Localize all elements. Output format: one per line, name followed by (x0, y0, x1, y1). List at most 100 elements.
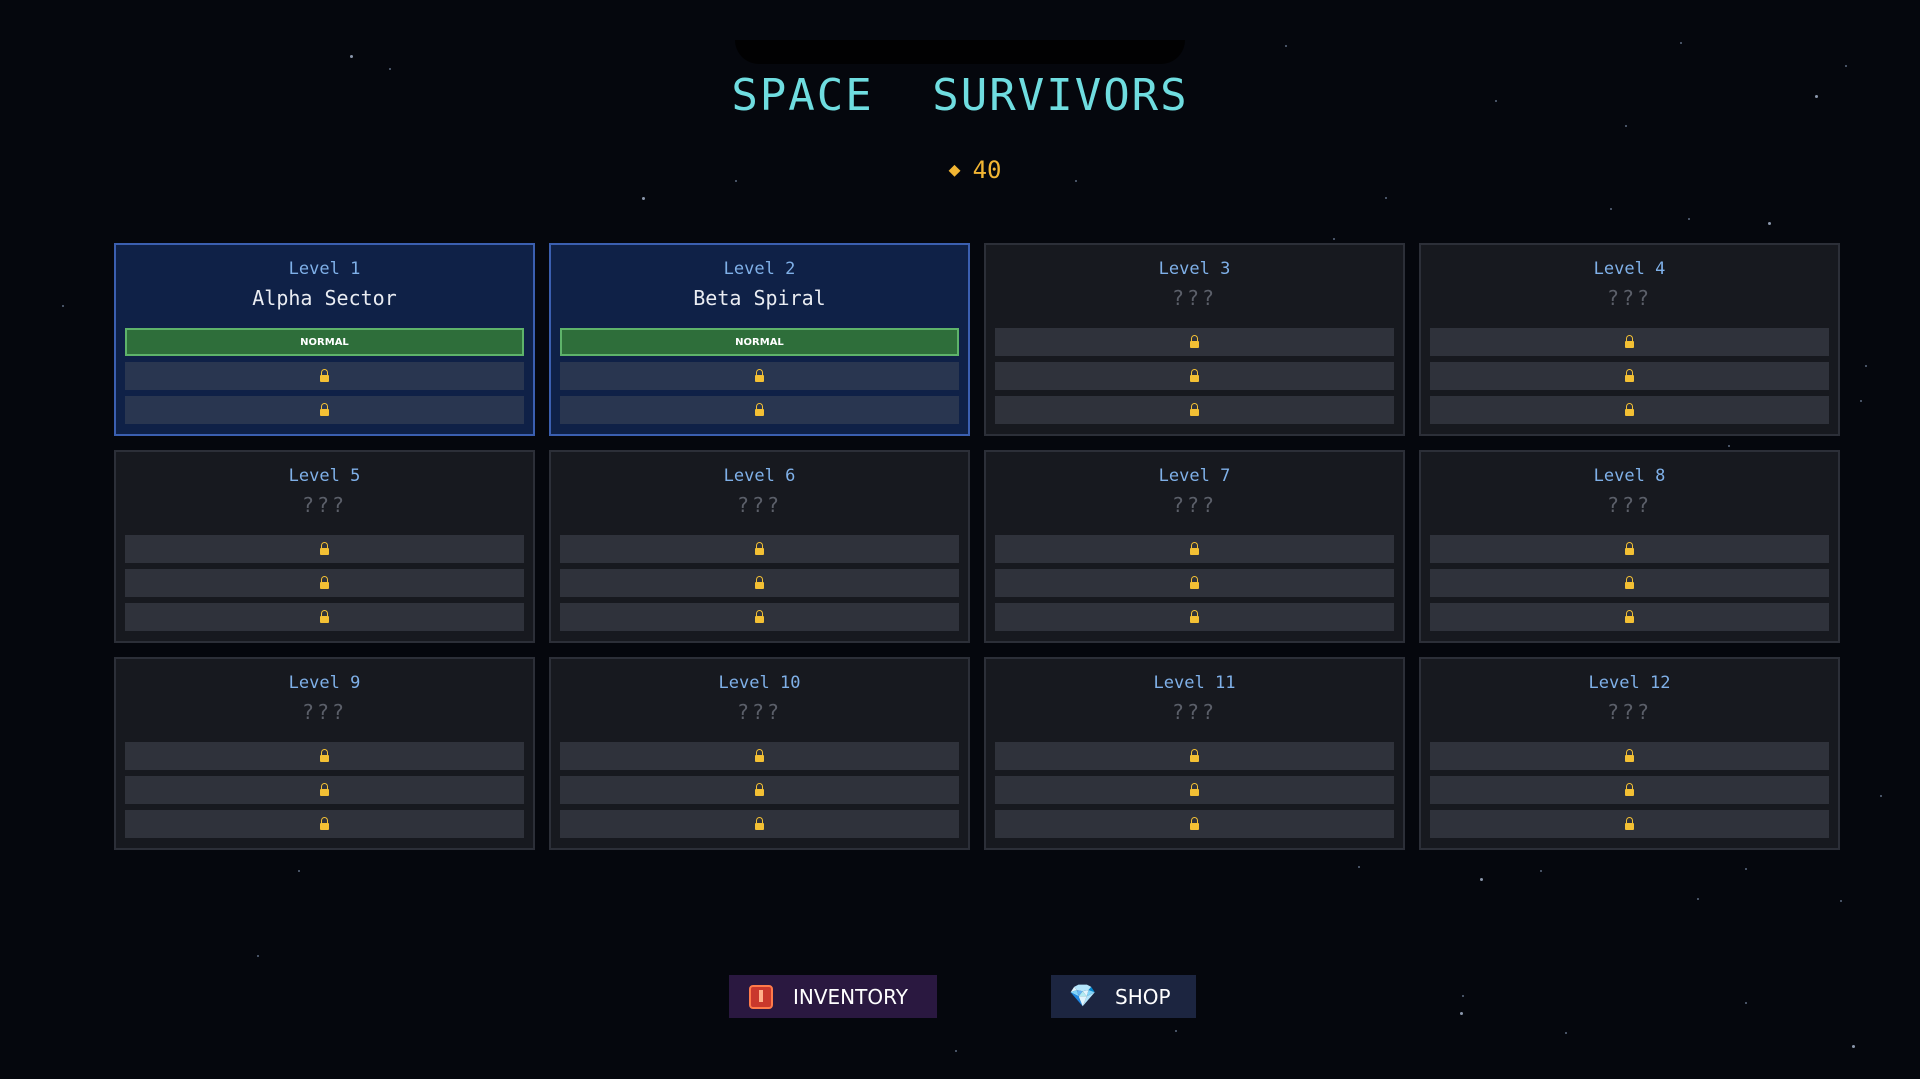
difficulty-locked-slot (995, 535, 1394, 563)
star (1333, 238, 1335, 240)
difficulty-locked-slot (995, 603, 1394, 631)
lock-icon (755, 748, 764, 762)
level-card: Level 7??? (984, 450, 1405, 643)
lock-icon (1625, 609, 1634, 623)
star (1358, 866, 1360, 868)
star (1285, 45, 1287, 47)
star (1745, 1002, 1747, 1004)
lock-icon (320, 816, 329, 830)
lock-icon (1625, 816, 1634, 830)
star (298, 870, 300, 872)
diamond-icon: ◆ (948, 157, 961, 181)
currency-amount: 40 (972, 156, 1002, 184)
lock-icon (1625, 575, 1634, 589)
difficulty-locked-slot (125, 535, 524, 563)
level-number: Level 6 (723, 466, 796, 486)
level-card: Level 6??? (549, 450, 970, 643)
level-name: ??? (736, 700, 783, 724)
level-number: Level 7 (1158, 466, 1231, 486)
star (955, 1050, 957, 1052)
difficulty-locked-slot (560, 535, 959, 563)
level-card: Level 10??? (549, 657, 970, 850)
star (1480, 878, 1483, 881)
difficulty-locked-slot (125, 362, 524, 390)
level-number: Level 5 (288, 466, 361, 486)
level-number: Level 10 (718, 673, 801, 693)
difficulty-locked-slot (995, 776, 1394, 804)
lock-icon (1190, 402, 1199, 416)
difficulty-locked-slot (560, 362, 959, 390)
diamond-icon: 💎 (1069, 984, 1097, 1009)
star (1880, 795, 1882, 797)
star (1565, 1032, 1567, 1034)
star (1625, 125, 1627, 127)
difficulty-locked-slot (125, 742, 524, 770)
level-name: ??? (301, 700, 348, 724)
lock-icon (320, 541, 329, 555)
level-card[interactable]: Level 1 Alpha Sector NORMAL (114, 243, 535, 436)
difficulty-locked-slot (560, 569, 959, 597)
lock-icon (1625, 782, 1634, 796)
difficulty-locked-slot (995, 742, 1394, 770)
star (350, 55, 353, 58)
star (1768, 222, 1771, 225)
difficulty-locked-slot (1430, 776, 1829, 804)
difficulty-locked-slot (995, 328, 1394, 356)
star (1860, 400, 1862, 402)
star (1462, 995, 1464, 997)
difficulty-locked-slot (560, 396, 959, 424)
lock-icon (1625, 334, 1634, 348)
level-grid: Level 1 Alpha Sector NORMAL Level 2 Beta Spi… (114, 243, 1840, 850)
lock-icon (1190, 575, 1199, 589)
difficulty-locked-slot (1430, 362, 1829, 390)
lock-icon (320, 575, 329, 589)
chest-icon (749, 984, 773, 1009)
lock-icon (1625, 541, 1634, 555)
star (1175, 1030, 1177, 1032)
lock-icon (1190, 334, 1199, 348)
difficulty-locked-slot (125, 396, 524, 424)
lock-icon (1625, 402, 1634, 416)
difficulty-locked-slot (1430, 535, 1829, 563)
level-number: Level 3 (1158, 259, 1231, 279)
difficulty-locked-slot (1430, 810, 1829, 838)
lock-icon (755, 609, 764, 623)
difficulty-locked-slot (125, 810, 524, 838)
level-card[interactable]: Level 2 Beta Spiral NORMAL (549, 243, 970, 436)
lock-icon (1625, 368, 1634, 382)
difficulty-locked-slot (995, 810, 1394, 838)
lock-icon (1190, 541, 1199, 555)
level-name: ??? (1606, 286, 1653, 310)
difficulty-locked-slot (125, 569, 524, 597)
level-number: Level 1 (288, 259, 361, 279)
difficulty-locked-slot (1430, 396, 1829, 424)
lock-icon (755, 782, 764, 796)
star (1845, 65, 1847, 67)
level-card: Level 3??? (984, 243, 1405, 436)
game-title: SPACE SURVIVORS (731, 70, 1189, 121)
star (1865, 365, 1867, 367)
difficulty-normal-button[interactable]: NORMAL (560, 328, 959, 356)
shop-button[interactable]: 💎 SHOP (1051, 975, 1196, 1018)
inventory-button[interactable]: INVENTORY (729, 975, 937, 1018)
top-shadow (735, 40, 1185, 64)
currency-display: ◆ 40 (0, 156, 1920, 184)
difficulty-locked-slot (560, 603, 959, 631)
star (1697, 898, 1699, 900)
difficulty-normal-button[interactable]: NORMAL (125, 328, 524, 356)
difficulty-locked-slot (995, 362, 1394, 390)
star (257, 955, 259, 957)
level-number: Level 12 (1588, 673, 1671, 693)
lock-icon (320, 368, 329, 382)
inventory-label: INVENTORY (793, 984, 908, 1009)
star (62, 305, 64, 307)
difficulty-locked-slot (125, 776, 524, 804)
level-name: ??? (1606, 493, 1653, 517)
shop-label: SHOP (1115, 984, 1171, 1009)
star (1385, 197, 1387, 199)
lock-icon (755, 541, 764, 555)
level-card: Level 8??? (1419, 450, 1840, 643)
level-name: ??? (1171, 286, 1218, 310)
level-number: Level 11 (1153, 673, 1236, 693)
level-name: ??? (301, 493, 348, 517)
